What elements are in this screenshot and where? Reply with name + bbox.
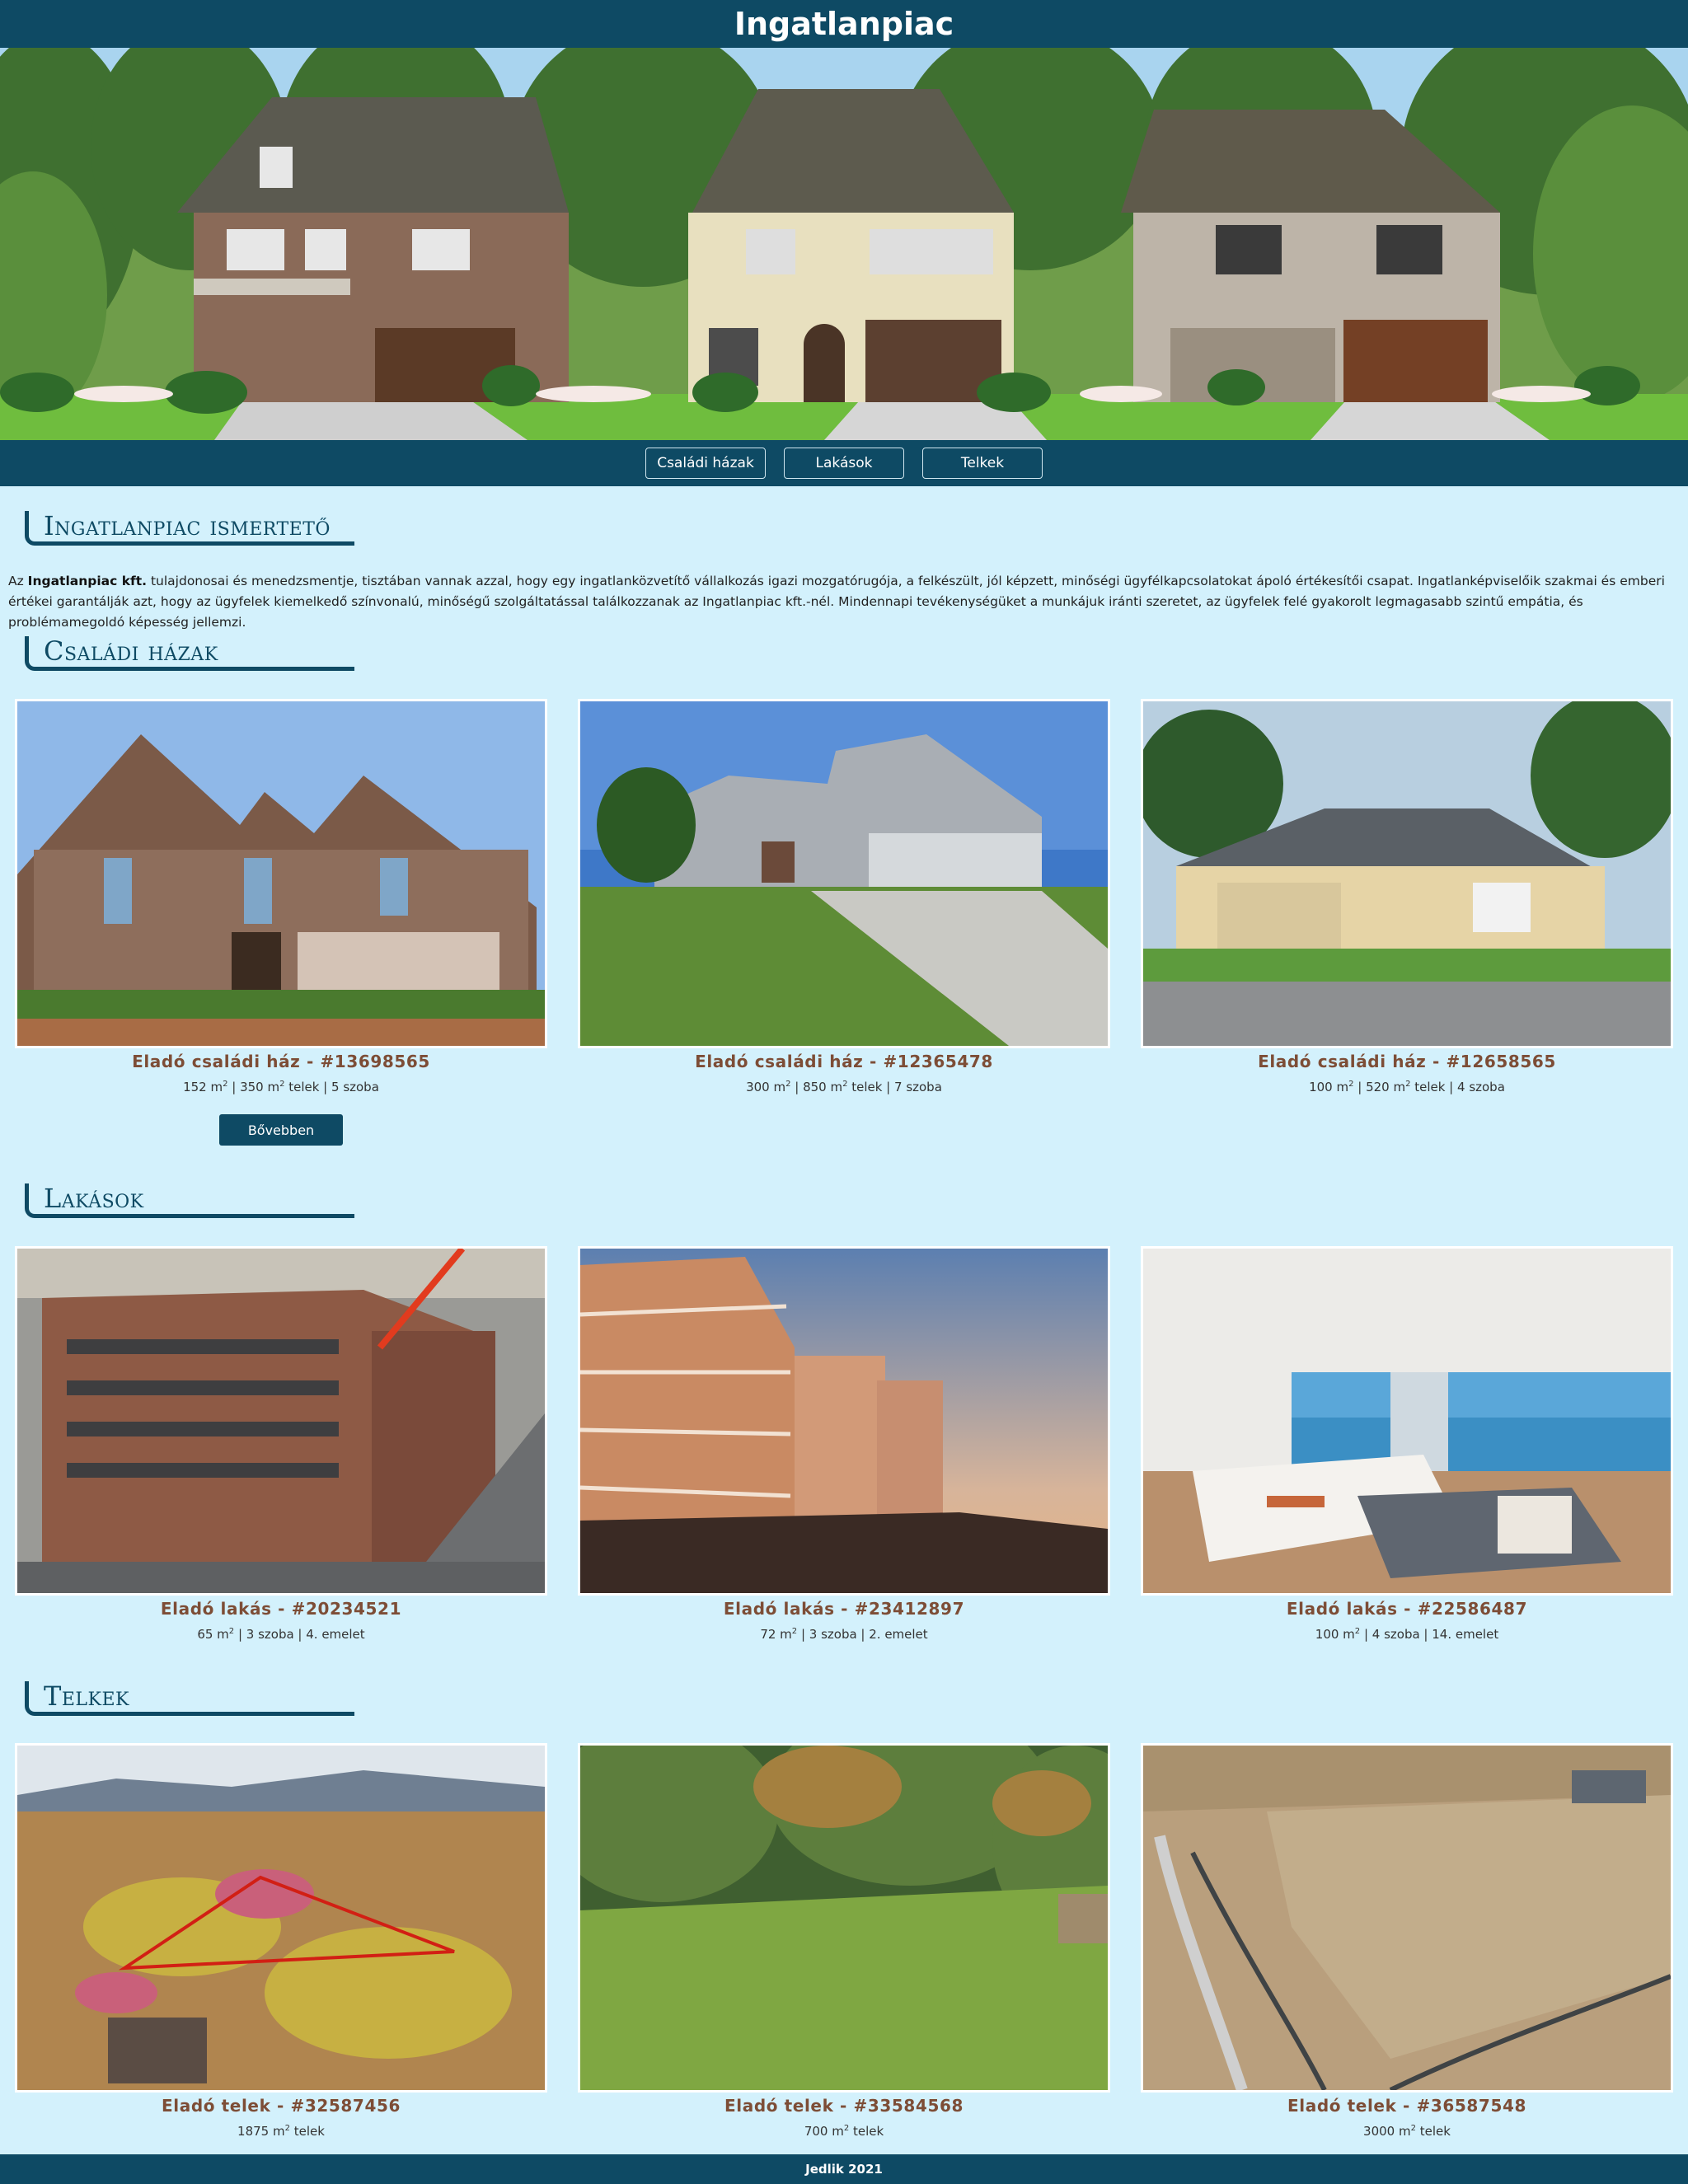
intro-heading: Ingatlanpiac ismertető [44, 510, 331, 541]
flat-details: 72 m2 | 3 szoba | 2. emelet [760, 1627, 928, 1642]
house-card: Eladó családi ház - #13698565 152 m2 | 3… [15, 699, 547, 1094]
flat-photo[interactable] [1141, 1246, 1673, 1596]
house-card: Eladó családi ház - #12658565 100 m2 | 5… [1141, 699, 1673, 1094]
flat-title: Eladó lakás - #22586487 [1286, 1599, 1528, 1619]
nav-button-plots[interactable]: Telkek [922, 448, 1043, 479]
intro-text-prefix: Az [8, 574, 28, 588]
plot-title: Eladó telek - #36587548 [1287, 2096, 1526, 2116]
plot-photo[interactable] [15, 1743, 547, 2093]
plot-photo[interactable] [578, 1743, 1110, 2093]
flats-heading: Lakások [44, 1183, 144, 1214]
flat-photo[interactable] [15, 1246, 547, 1596]
more-button[interactable]: Bővebben [219, 1114, 343, 1146]
house-title: Eladó családi ház - #13698565 [132, 1052, 430, 1071]
flat-details: 65 m2 | 3 szoba | 4. emelet [197, 1627, 365, 1642]
plot-title: Eladó telek - #33584568 [724, 2096, 964, 2116]
intro-text-body: tulajdonosai és menedzsmentje, tisztában… [8, 574, 1665, 630]
house-title: Eladó családi ház - #12658565 [1258, 1052, 1556, 1071]
houses-heading-frame: Családi házak [25, 635, 354, 671]
flats-heading-frame: Lakások [25, 1183, 354, 1218]
flat-photo[interactable] [578, 1246, 1110, 1596]
hero-banner-image [0, 48, 1688, 440]
plots-heading-frame: Telkek [25, 1680, 354, 1716]
house-card: Eladó családi ház - #12365478 300 m2 | 8… [578, 699, 1110, 1094]
flat-title: Eladó lakás - #20234521 [160, 1599, 402, 1619]
flat-details: 100 m2 | 4 szoba | 14. emelet [1315, 1627, 1499, 1642]
plot-card: Eladó telek - #32587456 1875 m2 telek [15, 1743, 547, 2139]
nav-button-houses[interactable]: Családi házak [645, 448, 766, 479]
flat-card: Eladó lakás - #23412897 72 m2 | 3 szoba … [578, 1246, 1110, 1642]
plot-card: Eladó telek - #36587548 3000 m2 telek [1141, 1743, 1673, 2139]
house-details: 152 m2 | 350 m2 telek | 5 szoba [183, 1080, 379, 1094]
intro-company-name: Ingatlanpiac kft. [27, 574, 148, 588]
houses-heading: Családi házak [44, 635, 218, 667]
house-details: 300 m2 | 850 m2 telek | 7 szoba [746, 1080, 942, 1094]
house-title: Eladó családi ház - #12365478 [695, 1052, 993, 1071]
main-nav: Családi házak Lakások Telkek [0, 440, 1688, 486]
house-photo[interactable] [1141, 699, 1673, 1048]
flat-card: Eladó lakás - #22586487 100 m2 | 4 szoba… [1141, 1246, 1673, 1642]
plot-card: Eladó telek - #33584568 700 m2 telek [578, 1743, 1110, 2139]
flat-card: Eladó lakás - #20234521 65 m2 | 3 szoba … [15, 1246, 547, 1642]
house-details: 100 m2 | 520 m2 telek | 4 szoba [1309, 1080, 1505, 1094]
site-title: Ingatlanpiac [0, 0, 1688, 48]
intro-heading-frame: Ingatlanpiac ismertető [25, 510, 354, 546]
plot-details: 1875 m2 telek [237, 2124, 325, 2139]
house-photo[interactable] [578, 699, 1110, 1048]
flat-title: Eladó lakás - #23412897 [723, 1599, 965, 1619]
house-photo[interactable] [15, 699, 547, 1048]
plot-title: Eladó telek - #32587456 [162, 2096, 401, 2116]
plot-photo[interactable] [1141, 1743, 1673, 2093]
footer-text: Jedlik 2021 [0, 2154, 1688, 2184]
intro-paragraph: Az Ingatlanpiac kft. tulajdonosai és men… [8, 571, 1681, 633]
plot-details: 3000 m2 telek [1363, 2124, 1451, 2139]
nav-button-flats[interactable]: Lakások [784, 448, 904, 479]
plots-heading: Telkek [44, 1680, 129, 1712]
plot-details: 700 m2 telek [804, 2124, 884, 2139]
